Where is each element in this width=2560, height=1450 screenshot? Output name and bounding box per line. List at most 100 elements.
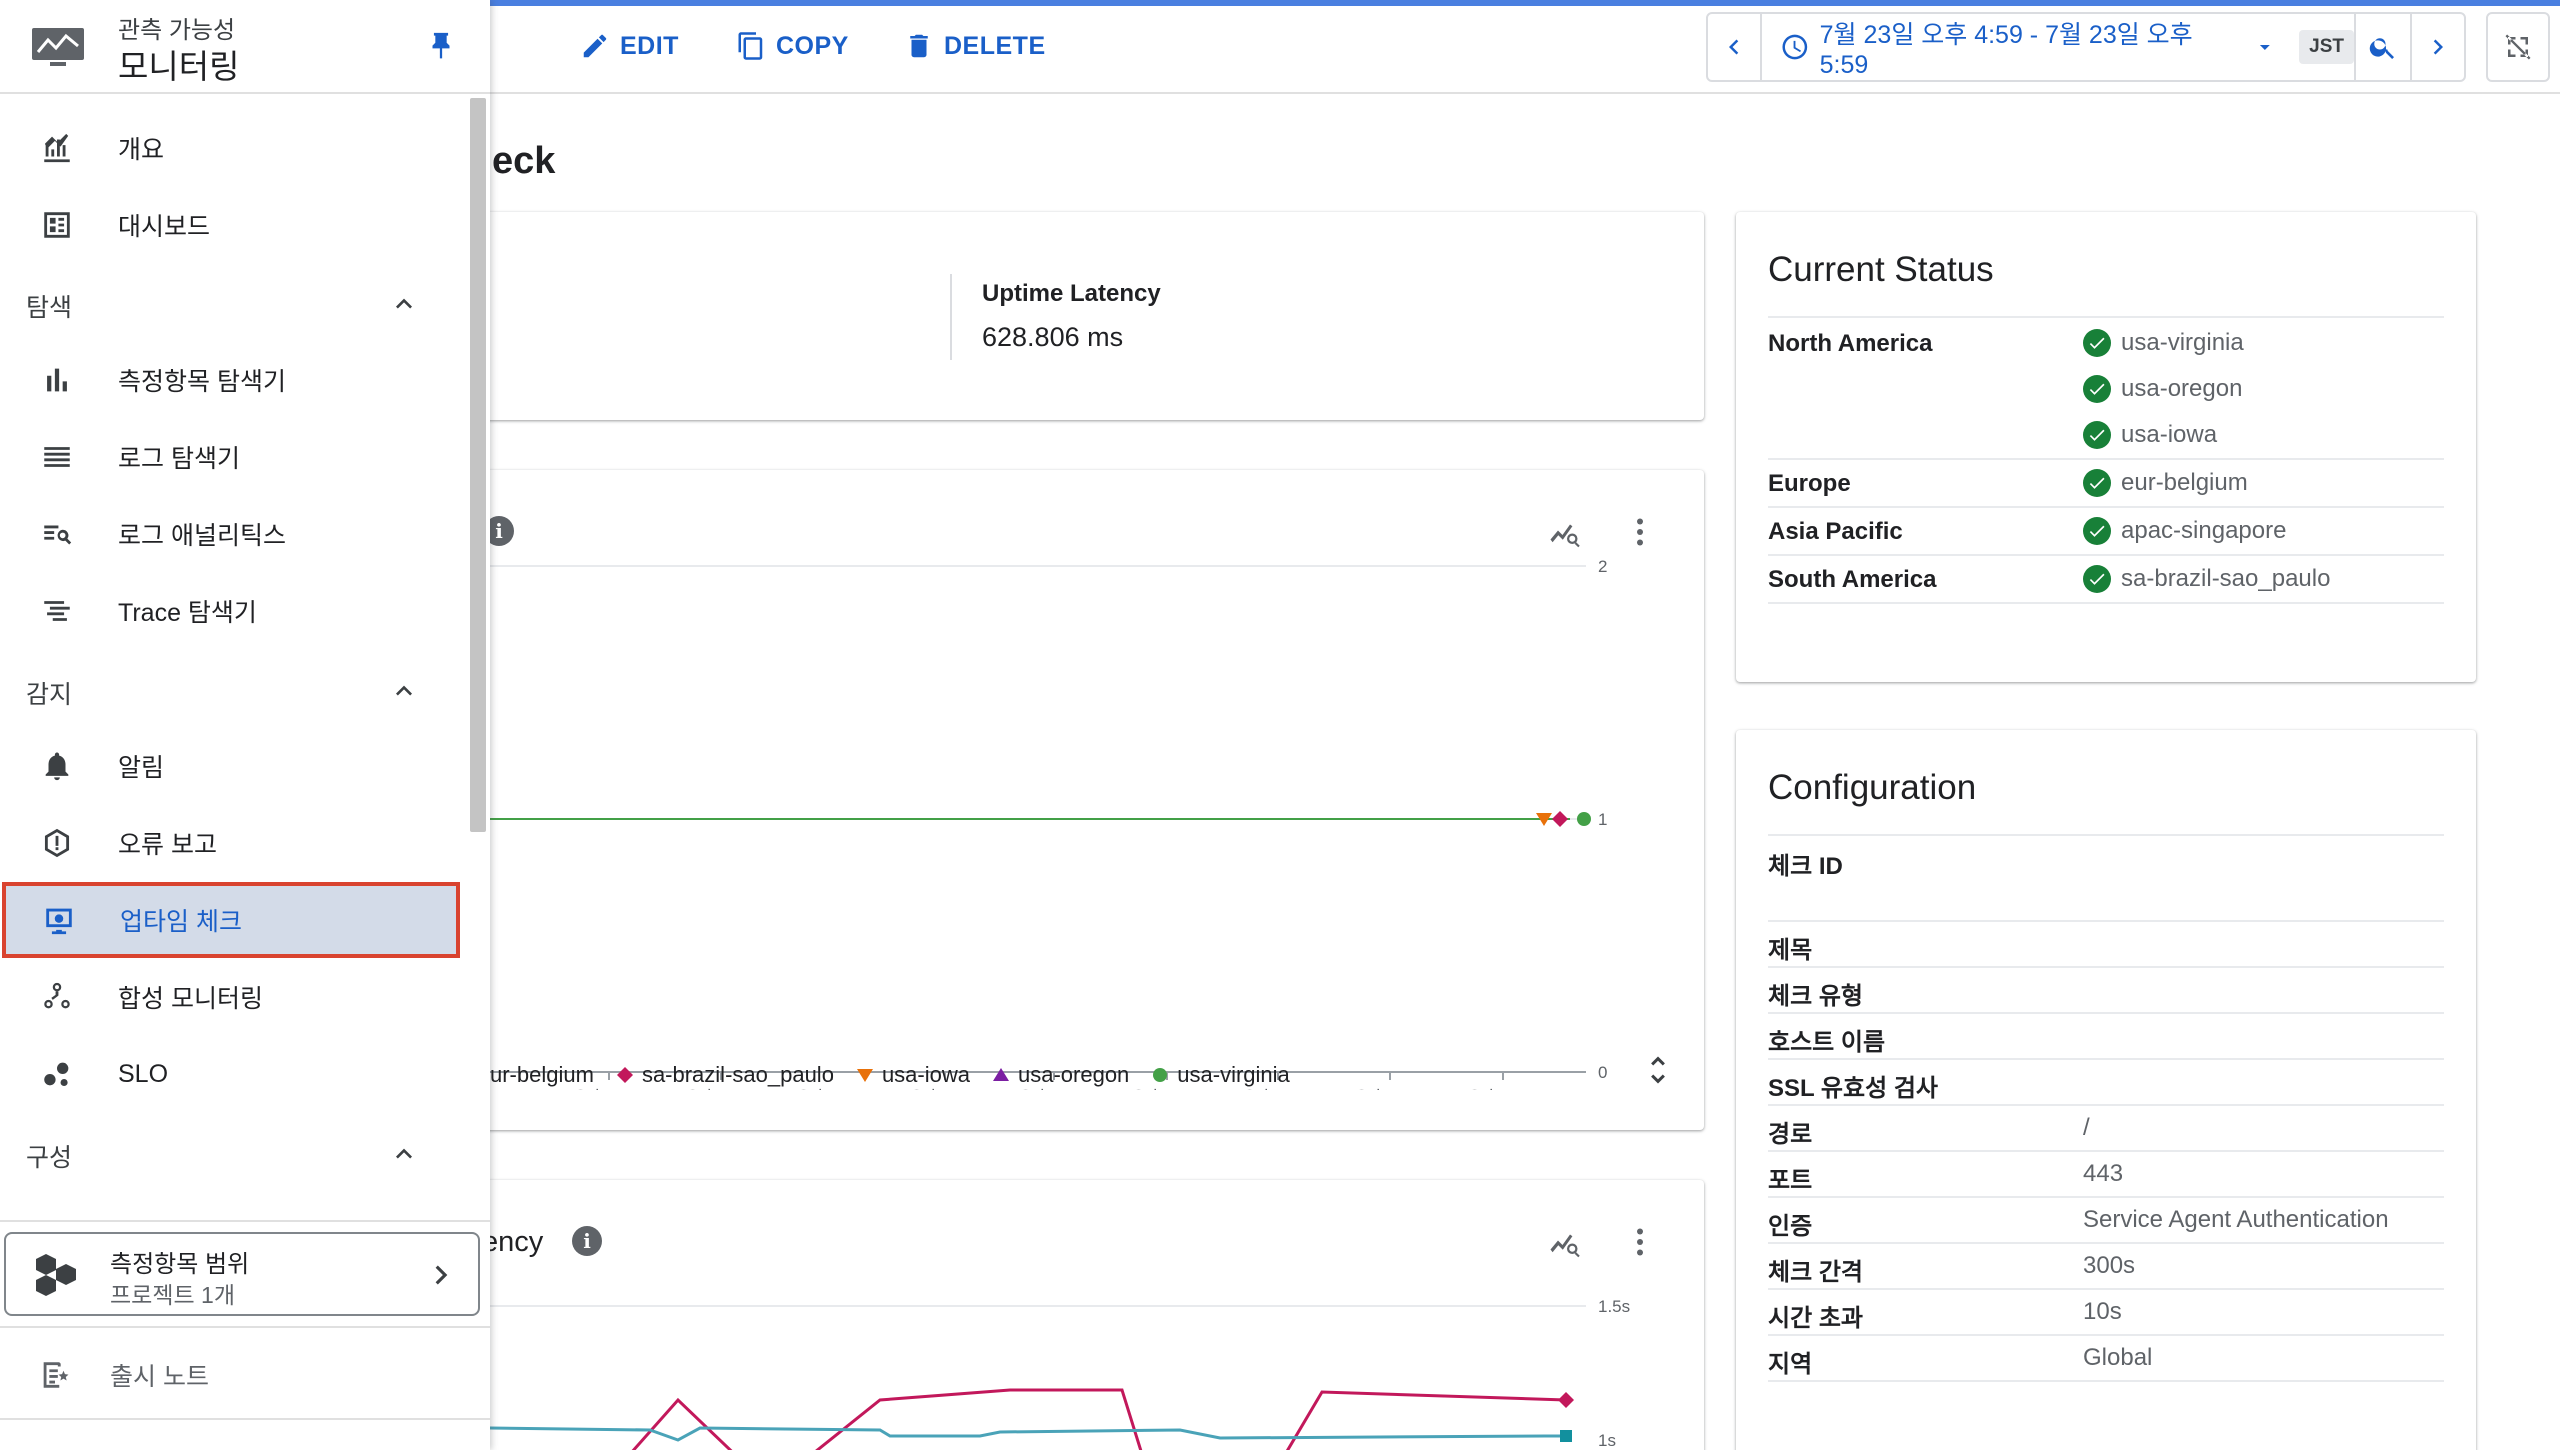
- refresh-off-icon: [2505, 34, 2531, 60]
- time-next-button[interactable]: [2412, 14, 2464, 80]
- edit-label: EDIT: [620, 31, 679, 60]
- config-heading: Configuration: [1768, 768, 1977, 807]
- y-tick-label: 0: [1598, 1063, 1607, 1082]
- legend-label: usa-iowa: [881, 1062, 970, 1087]
- config-key: 시간 초과: [1768, 1305, 1863, 1332]
- config-row: 시간 초과 10s: [1768, 1290, 2444, 1336]
- status-region-row: Europe eur-belgium: [1768, 460, 2444, 508]
- legend-item[interactable]: ur-belgium: [490, 1062, 594, 1088]
- chevron-up-icon[interactable]: [388, 288, 420, 320]
- sidebar-item-synthetic-monitoring[interactable]: 합성 모니터링: [0, 959, 460, 1035]
- legend-item[interactable]: usa-iowa: [856, 1062, 970, 1088]
- sidebar-item-log-analytics[interactable]: 로그 애널리틱스: [0, 496, 460, 572]
- sidebar-item-dashboards[interactable]: 대시보드: [0, 187, 460, 263]
- chevron-right-icon: [2433, 39, 2443, 55]
- region-locations: usa-virginia usa-oregon usa-iowa: [2083, 320, 2244, 458]
- sidebar-item-label: 대시보드: [118, 213, 211, 241]
- location-status: usa-iowa: [2083, 412, 2244, 458]
- config-row: 제목: [1768, 922, 2444, 968]
- location-name: usa-oregon: [2121, 375, 2243, 402]
- marker-sa-brazil: [1552, 811, 1568, 827]
- auto-refresh-off-button[interactable]: [2486, 12, 2550, 82]
- list-icon: [44, 447, 70, 467]
- time-range-dropdown[interactable]: 7월 23일 오후 4:59 - 7월 23일 오후 5:59 JST: [1762, 14, 2356, 80]
- chevron-up-icon[interactable]: [388, 675, 420, 707]
- sidebar-item-label: 업타임 체크: [120, 908, 242, 936]
- config-key: 인증: [1768, 1213, 1813, 1240]
- latency-chart-card: ency i 1.5s 1s: [460, 1180, 1704, 1450]
- series-line-pink: [631, 1388, 1567, 1450]
- sidebar-header: 관측 가능성 모니터링: [0, 0, 490, 94]
- location-status: usa-oregon: [2083, 366, 2244, 412]
- legend-marker: [856, 1069, 873, 1082]
- sidebar-item-label: 합성 모니터링: [118, 985, 263, 1013]
- legend-item[interactable]: usa-oregon: [992, 1062, 1129, 1088]
- expand-legend-icon[interactable]: [1640, 1052, 1676, 1088]
- sidebar-item-error-reporting[interactable]: 오류 보고: [0, 805, 460, 881]
- sidebar-scrollbar[interactable]: [470, 98, 486, 832]
- sidebar-item-label: 측정항목 탐색기: [118, 368, 286, 396]
- config-row: 호스트 이름: [1768, 1014, 2444, 1060]
- config-row: 체크 유형: [1768, 968, 2444, 1014]
- notes-icon: [43, 1362, 69, 1388]
- search-list-icon: [44, 525, 72, 545]
- edit-button[interactable]: EDIT: [580, 26, 679, 66]
- location-name: eur-belgium: [2121, 469, 2248, 496]
- sidebar-item-logs-explorer[interactable]: 로그 탐색기: [0, 419, 460, 495]
- release-notes-link[interactable]: 출시 노트: [0, 1340, 490, 1410]
- y-tick-label: 2: [1598, 557, 1607, 576]
- metrics-divider: [950, 274, 952, 360]
- check-circle-icon: [2083, 517, 2111, 545]
- check-circle-icon: [2083, 421, 2111, 449]
- hexagons-icon: [36, 1254, 76, 1296]
- location-status: usa-virginia: [2083, 320, 2244, 366]
- time-prev-button[interactable]: [1708, 14, 1762, 80]
- sidebar-item-metrics-explorer[interactable]: 측정항목 탐색기: [0, 342, 460, 418]
- check-circle-icon: [2083, 469, 2111, 497]
- x-tick-label: 오후 5:25: [795, 1088, 868, 1090]
- config-row: 지역 Global: [1768, 1336, 2444, 1382]
- region-locations: sa-brazil-sao_paulo: [2083, 556, 2330, 602]
- sidebar-item-label: 개요: [118, 136, 165, 164]
- legend-item[interactable]: sa-brazil-sao_paulo: [616, 1062, 834, 1088]
- location-status: sa-brazil-sao_paulo: [2083, 556, 2330, 602]
- copy-button[interactable]: COPY: [736, 26, 849, 66]
- x-tick-label: 오후 5:30: [908, 1088, 981, 1090]
- zoom-button[interactable]: [2356, 14, 2412, 80]
- series-marker-pink: [1558, 1392, 1574, 1408]
- delete-button[interactable]: DELETE: [904, 26, 1046, 66]
- pin-icon[interactable]: [424, 30, 458, 64]
- config-key: 체크 간격: [1768, 1259, 1863, 1286]
- sidebar-item-label: Trace 탐색기: [118, 599, 257, 627]
- config-row: 체크 ID: [1768, 838, 2444, 922]
- metrics-scope-button[interactable]: 측정항목 범위 프로젝트 1개: [4, 1232, 480, 1316]
- config-value: Global: [2083, 1344, 2153, 1371]
- sidebar-item-trace-explorer[interactable]: Trace 탐색기: [0, 573, 460, 649]
- y-tick-label: 1s: [1598, 1431, 1616, 1450]
- sidebar-item-label: 알림: [118, 754, 165, 782]
- sidebar-item-overview[interactable]: 개요: [0, 110, 460, 186]
- config-row: 인증 Service Agent Authentication: [1768, 1198, 2444, 1244]
- chevron-up-icon[interactable]: [388, 1138, 420, 1170]
- chart-legend: ur-belgium sa-brazil-sao_paulo usa-iowa usa…: [490, 1062, 1290, 1088]
- current-status-card: Current Status North America usa-virginia…: [1736, 212, 2476, 682]
- metrics-card: Uptime Latency 628.806 ms: [460, 212, 1704, 420]
- legend-item[interactable]: usa-virginia: [1151, 1062, 1290, 1088]
- x-tick-label: 오후 5:40: [1130, 1088, 1203, 1090]
- sidebar-item-slo[interactable]: SLO: [0, 1036, 460, 1112]
- region-name: North America: [1768, 330, 1933, 357]
- slo-icon: [44, 1062, 69, 1087]
- x-tick-label: 오후 5:50: [1353, 1088, 1426, 1090]
- x-tick-label: 오후 5:15: [572, 1088, 645, 1090]
- chevron-left-icon: [1729, 39, 1739, 55]
- x-tick-label: 오후 5:35: [1017, 1088, 1090, 1090]
- bell-icon: [45, 752, 69, 781]
- config-value: 10s: [2083, 1298, 2122, 1325]
- toolbar-accent-bar: [490, 0, 2560, 6]
- sidebar-item-uptime-checks[interactable]: 업타임 체크: [2, 882, 460, 958]
- timezone-badge[interactable]: JST: [2299, 30, 2354, 64]
- y-tick-label: 1.5s: [1598, 1297, 1630, 1316]
- sidebar-item-alerting[interactable]: 알림: [0, 728, 460, 804]
- config-row: 포트 443: [1768, 1152, 2444, 1198]
- caret-down-icon: [2260, 45, 2271, 50]
